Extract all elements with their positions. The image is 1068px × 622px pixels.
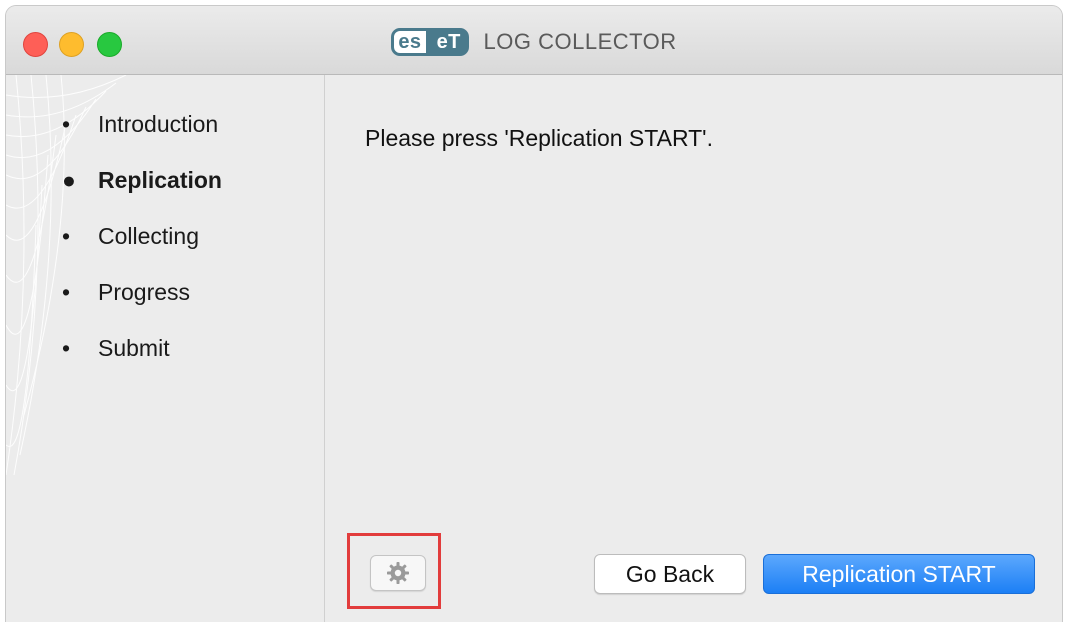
- step-label: Submit: [98, 335, 170, 361]
- step-label: Progress: [98, 279, 191, 305]
- go-back-button[interactable]: Go Back: [594, 554, 746, 594]
- step-label: Replication: [98, 167, 222, 193]
- step-bullet: •: [62, 335, 71, 361]
- instruction-text: Please press 'Replication START'.: [365, 125, 713, 151]
- main-content: Please press 'Replication START'. Go Bac…: [325, 75, 1062, 622]
- step-bullet: •: [62, 223, 71, 249]
- replication-start-button[interactable]: Replication START: [763, 554, 1035, 594]
- settings-button[interactable]: [370, 555, 426, 591]
- window-title: es eT LOG COLLECTOR: [6, 28, 1062, 57]
- eset-logo: es eT: [391, 28, 469, 57]
- window-title-text: LOG COLLECTOR: [483, 29, 677, 55]
- step-bullet: •: [62, 111, 71, 137]
- steps-sidebar: • Introduction ● Replication • Collectin…: [6, 75, 325, 622]
- app-window: es eT LOG COLLECTOR • Introduction ● Rep…: [6, 6, 1062, 622]
- gear-icon: [387, 562, 409, 584]
- step-bullet: •: [62, 279, 71, 305]
- title-bar: es eT LOG COLLECTOR: [6, 6, 1062, 75]
- step-bullet: ●: [62, 167, 76, 193]
- step-label: Introduction: [98, 111, 219, 137]
- step-label: Collecting: [98, 223, 199, 249]
